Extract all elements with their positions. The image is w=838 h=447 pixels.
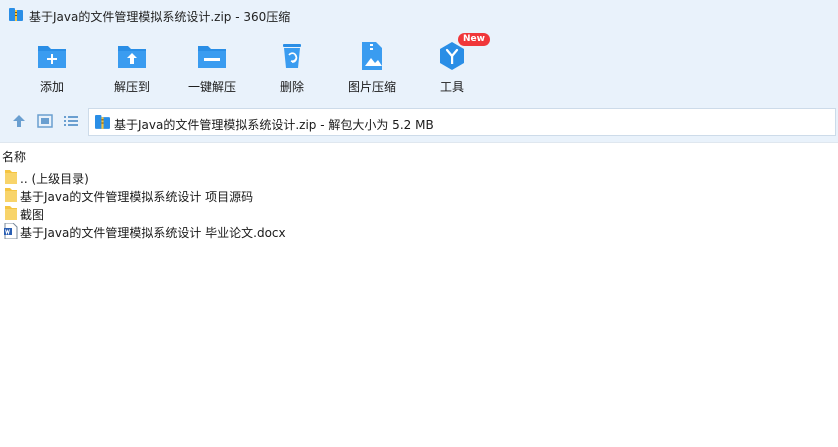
list-item[interactable]: 截图	[0, 204, 838, 222]
word-document-icon	[4, 223, 18, 239]
address-bar[interactable]: 基于Java的文件管理模拟系统设计.zip - 解包大小为 5.2 MB	[88, 108, 836, 136]
folder-icon	[5, 170, 17, 184]
extract-to-button[interactable]: 解压到	[96, 38, 168, 98]
title-bar: 基于Java的文件管理模拟系统设计.zip - 360压缩	[0, 0, 838, 32]
archive-path: 基于Java的文件管理模拟系统设计.zip - 解包大小为 5.2 MB	[114, 118, 434, 132]
one-click-extract-label: 一键解压	[187, 80, 236, 94]
file-name: .. (上级目录)	[20, 172, 89, 186]
tools-label: 工具	[439, 80, 464, 94]
up-arrow-icon[interactable]	[10, 112, 28, 130]
new-badge: New	[458, 33, 490, 46]
one-click-extract-button[interactable]: 一键解压	[176, 38, 248, 98]
recycle-bin-icon	[283, 44, 301, 68]
folder-extract-icon	[118, 46, 146, 68]
folder-icon	[5, 188, 17, 202]
toolbar: 添加 解压到 一键解压 删除 图片压缩 New 工具	[0, 32, 838, 102]
column-header-name[interactable]: 名称	[2, 148, 26, 165]
column-header: 名称	[0, 146, 838, 164]
image-compress-icon	[362, 42, 382, 70]
image-compress-button[interactable]: 图片压缩	[336, 38, 408, 98]
tools-button[interactable]: New 工具	[416, 33, 490, 98]
list-item[interactable]: 基于Java的文件管理模拟系统设计 毕业论文.docx	[0, 222, 838, 240]
extract-to-label: 解压到	[113, 80, 150, 94]
list-item[interactable]: .. (上级目录)	[0, 168, 838, 186]
list-view-icon[interactable]	[62, 112, 80, 130]
file-name: 基于Java的文件管理模拟系统设计 毕业论文.docx	[20, 226, 286, 240]
image-compress-label: 图片压缩	[347, 80, 396, 94]
navigation-bar: 基于Java的文件管理模拟系统设计.zip - 解包大小为 5.2 MB	[0, 102, 838, 142]
file-name: 基于Java的文件管理模拟系统设计 项目源码	[20, 190, 254, 204]
folder-icon	[5, 206, 17, 220]
folder-oneclick-icon	[198, 46, 226, 68]
delete-label: 删除	[279, 80, 304, 94]
zip-archive-icon	[95, 115, 110, 129]
add-button[interactable]: 添加	[16, 38, 88, 98]
zip-archive-icon	[9, 8, 23, 21]
delete-button[interactable]: 删除	[256, 38, 328, 98]
thumbnail-view-icon[interactable]	[36, 112, 54, 130]
add-label: 添加	[39, 80, 64, 94]
window-title: 基于Java的文件管理模拟系统设计.zip - 360压缩	[29, 10, 291, 24]
divider	[0, 142, 838, 143]
folder-add-icon	[38, 46, 66, 68]
list-item[interactable]: 基于Java的文件管理模拟系统设计 项目源码	[0, 186, 838, 204]
file-name: 截图	[20, 208, 45, 222]
